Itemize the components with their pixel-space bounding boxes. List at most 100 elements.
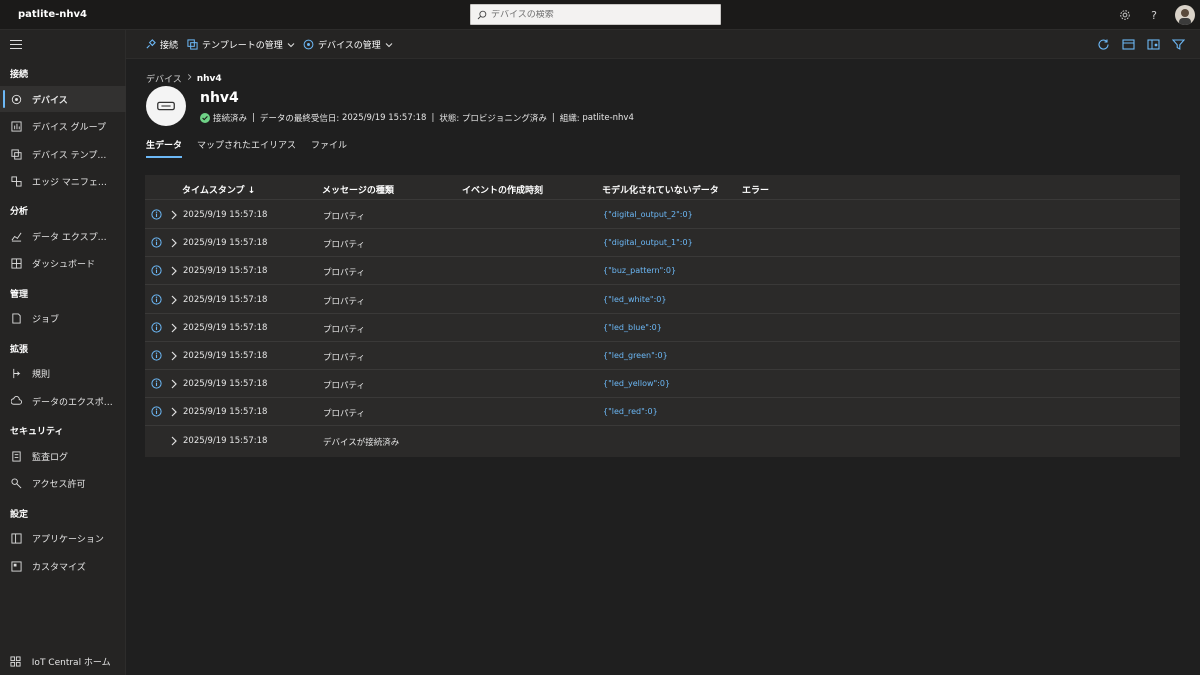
- sidebar-item-rules[interactable]: 規則: [0, 360, 126, 386]
- info-icon[interactable]: [151, 293, 162, 305]
- nav-section-analyze: 分析: [10, 207, 29, 217]
- avatar[interactable]: [1175, 5, 1195, 25]
- info-icon[interactable]: [151, 350, 162, 361]
- cell-message-type: プロパティ: [323, 409, 365, 420]
- sidebar-item-jobs[interactable]: ジョブ: [0, 305, 126, 331]
- table-row[interactable]: 2025/9/19 15:57:18 プロパティ {"led_white":0}: [145, 286, 1180, 314]
- manage-device-button[interactable]: デバイスの管理: [303, 38, 393, 51]
- manage-device-label: デバイスの管理: [318, 41, 381, 51]
- sidebar-item-devices[interactable]: デバイス: [0, 86, 126, 112]
- cell-message-type: プロパティ: [323, 353, 365, 363]
- tab-mapped-aliases[interactable]: マップされたエイリアス: [197, 138, 296, 158]
- table-view-icon[interactable]: [1122, 38, 1135, 51]
- manage-template-button[interactable]: テンプレートの管理: [187, 38, 295, 51]
- table-row[interactable]: 2025/9/19 15:57:18 プロパティ {"led_blue":0}: [145, 314, 1180, 342]
- cell-unmodeled-data[interactable]: {"buz_pattern":0}: [603, 266, 676, 275]
- table-row[interactable]: 2025/9/19 15:57:18 プロパティ {"led_yellow":0}: [145, 370, 1180, 399]
- cell-timestamp: 2025/9/19 15:57:18: [183, 379, 268, 390]
- table-row[interactable]: 2025/9/19 15:57:18 プロパティ {"buz_pattern":0}: [145, 257, 1180, 286]
- sidebar-item-edge-manifest[interactable]: エッジ マニフェスト: [0, 168, 126, 194]
- breadcrumb-parent[interactable]: デバイス: [146, 72, 182, 85]
- sidebar-item-label: ジョブ: [32, 314, 60, 325]
- cell-unmodeled-data[interactable]: {"led_yellow":0}: [603, 379, 670, 388]
- sidebar-item-label: カスタマイズ: [32, 562, 86, 573]
- info-icon[interactable]: [151, 237, 162, 248]
- state-label: 状態:: [439, 114, 460, 124]
- chevron-right-icon[interactable]: [170, 351, 178, 361]
- sidebar-item-customize[interactable]: カスタマイズ: [0, 553, 126, 579]
- connect-button[interactable]: 接続: [145, 38, 178, 51]
- sidebar-item-data-export[interactable]: データのエクスポート: [0, 388, 126, 414]
- chevron-right-icon[interactable]: [170, 238, 178, 248]
- table-row[interactable]: 2025/9/19 15:57:18 プロパティ {"led_red":0}: [145, 398, 1180, 427]
- meta-separator: |: [551, 113, 555, 123]
- chevron-right-icon[interactable]: [170, 323, 178, 333]
- help-icon[interactable]: ?: [1147, 8, 1161, 22]
- info-icon[interactable]: [151, 406, 162, 417]
- filter-icon[interactable]: [1172, 38, 1185, 51]
- column-header-timestamp[interactable]: タイムスタンプ ↓: [182, 183, 255, 196]
- info-icon[interactable]: [151, 378, 162, 389]
- chevron-right-icon[interactable]: [170, 379, 178, 389]
- sidebar-item-label: ダッシュボード: [32, 259, 96, 270]
- tab-raw-data[interactable]: 生データ: [146, 138, 183, 158]
- chevron-right-icon[interactable]: [170, 407, 178, 417]
- search-input[interactable]: [491, 9, 711, 20]
- nav-section-security: セキュリティ: [10, 427, 64, 437]
- search-box[interactable]: [470, 4, 721, 25]
- table-row[interactable]: 2025/9/19 15:57:18 プロパティ {"led_green":0}: [145, 342, 1180, 370]
- info-icon[interactable]: [151, 322, 162, 333]
- sidebar-item-dashboard[interactable]: ダッシュボード: [0, 250, 126, 276]
- info-icon[interactable]: [151, 265, 162, 276]
- command-bar: 接続 テンプレートの管理 デバイスの管理: [126, 30, 1200, 59]
- cell-timestamp: 2025/9/19 15:57:18: [183, 435, 268, 446]
- sidebar-item-label: デバイス テンプレート: [32, 150, 114, 161]
- cell-unmodeled-data[interactable]: {"digital_output_1":0}: [603, 238, 693, 247]
- sidebar-item-application[interactable]: アプリケーション: [0, 525, 126, 551]
- tab-files[interactable]: ファイル: [311, 138, 347, 158]
- column-options-icon[interactable]: [1147, 38, 1160, 51]
- table-row[interactable]: 2025/9/19 15:57:18 デバイスが接続済み: [145, 427, 1180, 455]
- table-row[interactable]: 2025/9/19 15:57:18 プロパティ {"digital_output_…: [145, 229, 1180, 258]
- search-icon: [477, 10, 487, 19]
- sidebar-item-device-templates[interactable]: デバイス テンプレート: [0, 141, 126, 167]
- column-header-error[interactable]: エラー: [742, 183, 769, 196]
- sidebar-item-permissions[interactable]: アクセス許可: [0, 470, 126, 496]
- table-row[interactable]: 2025/9/19 15:57:18 プロパティ {"digital_output_…: [145, 201, 1180, 229]
- cell-unmodeled-data[interactable]: {"led_white":0}: [603, 295, 666, 304]
- cell-message-type: プロパティ: [323, 324, 365, 335]
- chevron-right-icon[interactable]: [170, 436, 178, 446]
- cell-unmodeled-data[interactable]: {"led_red":0}: [603, 407, 658, 416]
- sidebar-item-label: 監査ログ: [32, 452, 69, 463]
- cell-unmodeled-data[interactable]: {"led_green":0}: [603, 351, 668, 360]
- sidebar-item-label: デバイス グループ: [32, 122, 107, 133]
- column-header-unmodeled-data[interactable]: モデル化されていないデータ: [602, 183, 719, 196]
- devices-icon: [10, 93, 22, 105]
- sidebar-item-device-groups[interactable]: デバイス グループ: [0, 113, 126, 139]
- sidebar-item-audit-log[interactable]: 監査ログ: [0, 443, 126, 469]
- info-icon[interactable]: [151, 209, 162, 220]
- refresh-icon[interactable]: [1097, 38, 1110, 51]
- nav-section-extend: 拡張: [10, 345, 29, 355]
- cell-unmodeled-data[interactable]: {"digital_output_2":0}: [603, 210, 693, 219]
- column-header-message-type[interactable]: メッセージの種類: [322, 183, 394, 196]
- sidebar-item-label: データのエクスポート: [32, 397, 114, 408]
- sidebar-item-label: デバイス: [32, 95, 68, 106]
- chevron-right-icon[interactable]: [170, 210, 178, 220]
- cell-unmodeled-data[interactable]: {"led_blue":0}: [603, 323, 662, 332]
- device-meta: 接続済み | データの最終受信日: 2025/9/19 15:57:18 | 状…: [200, 112, 634, 124]
- gear-icon[interactable]: [1118, 8, 1132, 22]
- cell-timestamp: 2025/9/19 15:57:18: [183, 407, 268, 418]
- sidebar-item-data-explorer[interactable]: データ エクスプローラー: [0, 223, 126, 249]
- hamburger-menu-icon[interactable]: [10, 40, 22, 50]
- app-title[interactable]: patlite-nhv4: [18, 9, 87, 20]
- chevron-right-icon[interactable]: [170, 295, 178, 305]
- chevron-right-icon[interactable]: [170, 266, 178, 276]
- sidebar-item-label: エッジ マニフェスト: [32, 177, 114, 188]
- breadcrumb-current: nhv4: [196, 73, 222, 84]
- dashboard-icon: [10, 257, 22, 269]
- cell-timestamp: 2025/9/19 15:57:18: [183, 266, 268, 277]
- column-header-event-created[interactable]: イベントの作成時刻: [462, 183, 543, 196]
- cell-message-type: プロパティ: [323, 296, 365, 307]
- sidebar-item-iot-central-home[interactable]: IoT Central ホーム: [0, 648, 126, 674]
